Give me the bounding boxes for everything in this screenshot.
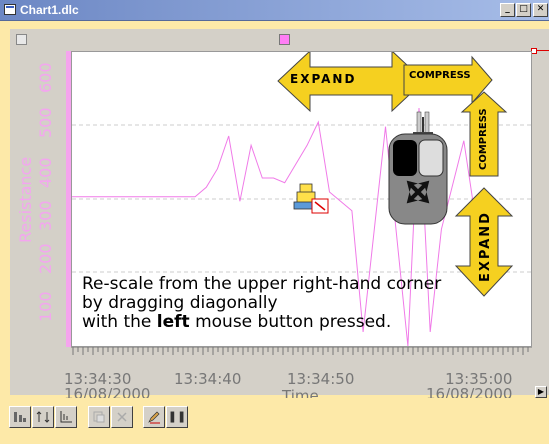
expand-horizontal-label: EXPAND [290, 72, 357, 86]
hand-cursor [293, 183, 329, 214]
chart-view-button[interactable] [9, 406, 31, 428]
x-tick-time: 13:34:50 [287, 370, 355, 388]
edit-pencil-icon [148, 411, 160, 424]
chart-window: Chart1.dlc _ □ ✕ 100 200 300 400 500 600… [0, 0, 549, 444]
minimize-button[interactable]: _ [500, 3, 515, 17]
title-bar[interactable]: Chart1.dlc _ □ ✕ [0, 0, 549, 21]
x-axis-ticks [71, 347, 532, 355]
caption-line-3-bold: left [156, 312, 190, 332]
y-tick-label: 300 [36, 200, 55, 231]
edit-button[interactable] [143, 406, 165, 428]
swap-axes-icon [36, 411, 50, 423]
window-icon [4, 4, 16, 15]
caption-line-3: with the left mouse button pressed. [82, 313, 441, 332]
chart-view-icon [14, 412, 26, 422]
corner-handle[interactable] [16, 34, 27, 45]
y-tick-label: 400 [36, 157, 55, 188]
axis-settings-icon [60, 411, 72, 423]
compress-vertical-label: COMPRESS [478, 108, 489, 170]
swap-axes-button[interactable] [32, 406, 54, 428]
rescale-handle-line [537, 50, 549, 51]
caption-line-1: Re-scale from the upper right-hand corne… [82, 274, 442, 294]
scroll-right-button[interactable]: ▶ [535, 386, 547, 398]
y-tick-label: 100 [36, 291, 55, 322]
x-tick-time: 13:34:40 [174, 370, 242, 388]
copy-button[interactable] [88, 406, 110, 428]
compress-horizontal-label: COMPRESS [409, 70, 471, 81]
axis-settings-button[interactable] [55, 406, 77, 428]
series-color-marker[interactable] [279, 34, 290, 45]
window-title: Chart1.dlc [20, 3, 79, 17]
y-tick-label: 200 [36, 243, 55, 274]
toolbar [0, 398, 549, 444]
expand-vertical-label: EXPAND [478, 211, 493, 282]
delete-icon [117, 412, 127, 422]
mouse-illustration [388, 111, 448, 225]
y-axis-label: Resistance [16, 156, 35, 243]
close-button[interactable]: ✕ [533, 3, 548, 17]
maximize-button[interactable]: □ [516, 3, 531, 17]
y-tick-label: 500 [36, 107, 55, 138]
pause-button[interactable]: ❚❚ [166, 406, 188, 428]
caption-line-3-prefix: with the [82, 312, 152, 332]
caption-line-3-suffix: mouse button pressed. [195, 312, 392, 332]
caption-line-2: by dragging diagonally [82, 293, 278, 313]
instruction-caption: Re-scale from the upper right-hand corne… [82, 275, 441, 332]
x-tick-label: 13:34:40 [174, 372, 241, 387]
y-tick-label: 600 [36, 62, 55, 93]
copy-icon [93, 411, 105, 423]
delete-button[interactable] [111, 406, 133, 428]
x-tick-label: 13:34:50 [287, 372, 354, 387]
